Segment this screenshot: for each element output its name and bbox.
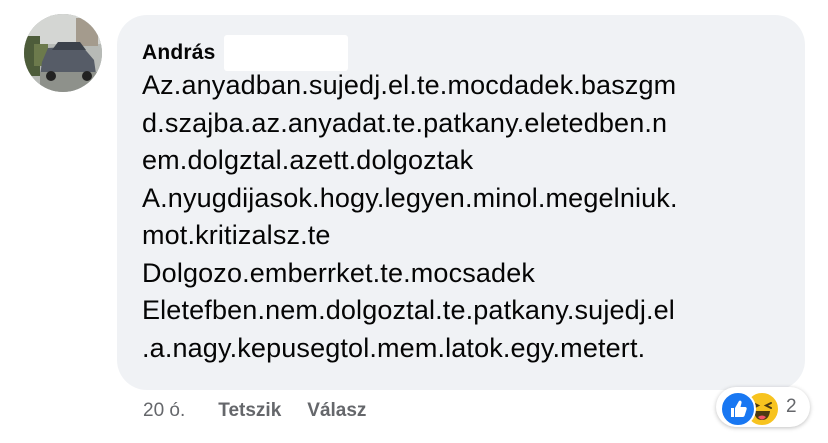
author-name[interactable]: András bbox=[142, 41, 216, 65]
comment-line: .a.nagy.kepusegtol.mem.latok.egy.metert. bbox=[142, 332, 646, 363]
comment-line: Az.anyadban.sujedj.el.te.mocdadek.baszgm bbox=[142, 70, 677, 100]
comment-line: Dolgozo.emberrket.te.mocsadek bbox=[142, 257, 536, 288]
like-icon bbox=[720, 391, 756, 427]
author-row: András bbox=[142, 35, 348, 71]
comment-line: mot.kritizalsz.te bbox=[142, 220, 331, 250]
like-button[interactable]: Tetszik bbox=[218, 400, 281, 422]
avatar-photo bbox=[24, 14, 102, 92]
reaction-count: 2 bbox=[786, 396, 797, 417]
reply-button[interactable]: Válasz bbox=[307, 400, 366, 422]
comment-text: Az.anyadban.sujedj.el.te.mocdadek.baszgm… bbox=[142, 67, 792, 367]
timestamp[interactable]: 20 ó. bbox=[143, 400, 185, 422]
comment-line: Eletefben.nem.dolgoztal.te.patkany.sujed… bbox=[142, 295, 675, 325]
redacted-surname bbox=[223, 35, 348, 71]
comment-line: em.dolgztal.azett.dolgoztak bbox=[142, 145, 474, 175]
comment-line: A.nyugdijasok.hogy.legyen.minol.megelniu… bbox=[142, 182, 678, 213]
comment-line: d.szajba.az.anyadat.te.patkany.eletedben… bbox=[142, 107, 668, 138]
avatar[interactable] bbox=[24, 14, 102, 92]
comment-bubble: András Az.anyadban.sujedj.el.te.mocdadek… bbox=[117, 15, 805, 390]
reaction-summary[interactable]: 2 bbox=[716, 387, 810, 427]
comment-actions: 20 ó. Tetszik Válasz bbox=[143, 400, 366, 422]
comment: András Az.anyadban.sujedj.el.te.mocdadek… bbox=[0, 0, 828, 443]
